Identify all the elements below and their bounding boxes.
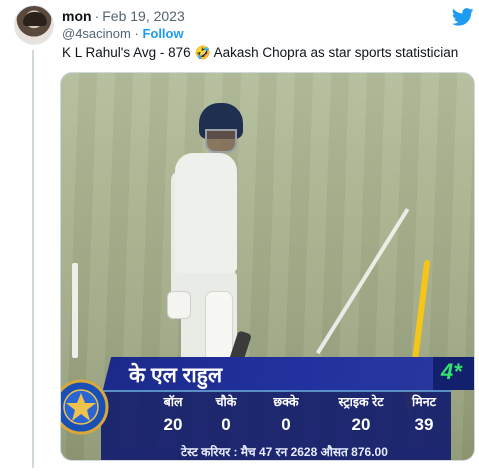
tweet-header: mon · Feb 19, 2023: [62, 8, 185, 24]
stat-label: बॉल: [163, 395, 183, 409]
tweet-media-image[interactable]: के एल राहुल 4* बॉल 20 चौके 0 छक्के 0 स्ट…: [60, 72, 475, 461]
bcci-crest-icon: [61, 379, 109, 435]
tweet-date[interactable]: Feb 19, 2023: [102, 8, 185, 24]
stat-balls: बॉल 20: [153, 395, 193, 436]
twitter-bird-icon[interactable]: [452, 8, 474, 26]
follow-button[interactable]: Follow: [142, 26, 183, 41]
stat-minutes: मिनट 39: [401, 395, 447, 436]
stump: [72, 263, 78, 358]
avatar[interactable]: [14, 5, 54, 45]
stat-label: चौके: [215, 395, 237, 409]
handle-row: @4sacinom · Follow: [62, 26, 184, 42]
stat-value: 0: [221, 415, 231, 434]
batsman-shirt: [175, 153, 237, 273]
career-stats-line: टेस्ट करियर : मैच 47 रन 2628 औसत 876.00: [181, 445, 388, 459]
runs-badge: 4*: [441, 359, 462, 384]
avatar-hair: [23, 12, 47, 26]
author-handle[interactable]: @4sacinom: [62, 26, 131, 41]
stat-label: छक्के: [273, 395, 299, 409]
broadcast-scorecard: के एल राहुल 4* बॉल 20 चौके 0 छक्के 0 स्ट…: [61, 357, 474, 460]
tweet-text: K L Rahul's Avg - 876 🤣 Aakash Chopra as…: [62, 44, 458, 61]
stat-value: 20: [163, 415, 183, 434]
stat-label: मिनट: [412, 395, 436, 409]
tweet-card: mon · Feb 19, 2023 @4sacinom · Follow K L …: [0, 0, 479, 473]
header-separator: ·: [94, 8, 100, 24]
panel-highlight: [101, 390, 451, 392]
stat-strike-rate: स्ट्राइक रेट 20: [319, 395, 403, 436]
laughing-emoji-icon: 🤣: [194, 45, 211, 60]
stat-fours: चौके 0: [201, 395, 251, 436]
author-name[interactable]: mon: [62, 8, 92, 24]
stat-label: स्ट्राइक रेट: [338, 395, 384, 409]
batsman-figure: [167, 101, 252, 401]
thread-line: [32, 50, 34, 468]
tweet-text-part2: Aakash Chopra as star sports statisticia…: [213, 45, 459, 60]
stat-value: 20: [351, 415, 371, 434]
stat-sixes: छक्के 0: [261, 395, 311, 436]
player-name: के एल राहुल: [129, 364, 223, 387]
helmet-grill: [205, 129, 237, 153]
batting-glove: [167, 291, 191, 319]
stat-value: 39: [414, 415, 434, 434]
tweet-text-part1: K L Rahul's Avg - 876: [62, 45, 191, 60]
handle-separator: ·: [134, 26, 139, 41]
stat-value: 0: [281, 415, 291, 434]
